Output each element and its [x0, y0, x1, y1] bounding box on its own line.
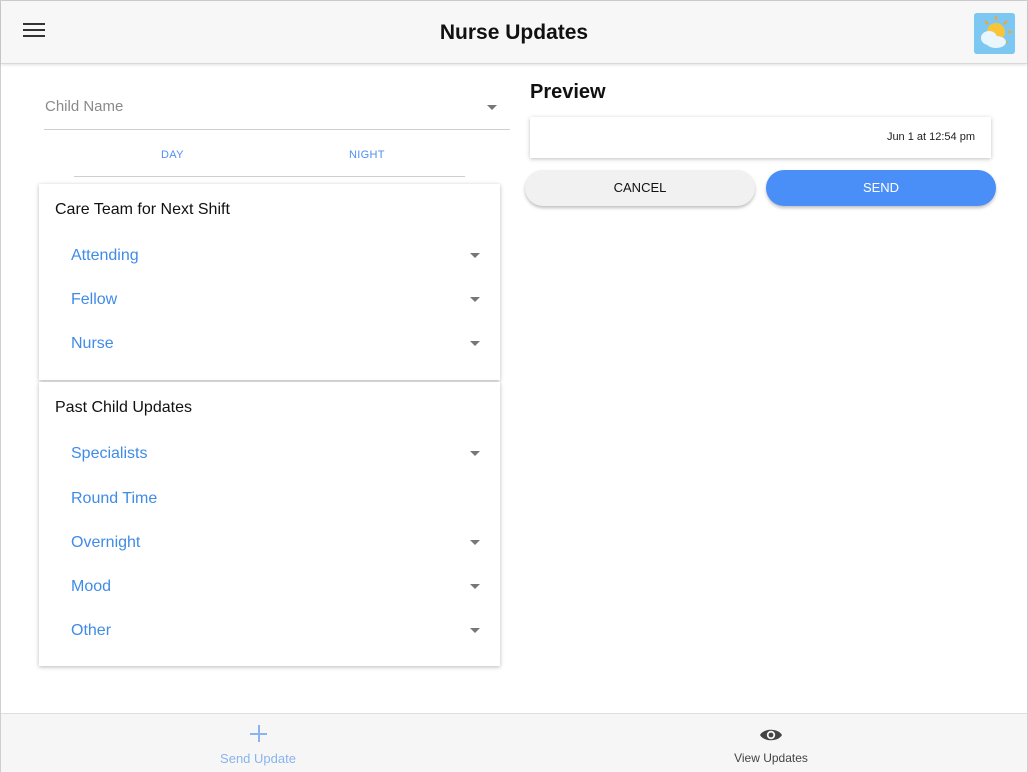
chevron-down-icon [487, 105, 497, 110]
cancel-button[interactable]: CANCEL [525, 170, 755, 206]
send-button[interactable]: SEND [766, 170, 996, 206]
chevron-down-icon [470, 297, 480, 302]
chevron-down-icon [470, 584, 480, 589]
nav-view-updates-label: View Updates [734, 751, 808, 765]
chevron-down-icon [470, 540, 480, 545]
eye-icon [759, 727, 783, 748]
chevron-down-icon [470, 341, 480, 346]
child-name-label: Child Name [45, 98, 124, 115]
specialists-label: Specialists [71, 445, 148, 462]
fellow-label: Fellow [71, 291, 118, 308]
page-title: Nurse Updates [439, 21, 589, 44]
other-label: Other [71, 622, 112, 639]
past-updates-card: Past Child Updates Specialists Round Tim… [39, 382, 500, 666]
other-select[interactable]: Other [71, 617, 480, 645]
tab-night[interactable]: NIGHT [349, 149, 385, 161]
round-time-label: Round Time [71, 490, 158, 507]
past-updates-title: Past Child Updates [55, 399, 192, 416]
app-header: Nurse Updates [1, 1, 1027, 64]
bottom-nav: Send Update View Updates [1, 713, 1027, 772]
nurse-label: Nurse [71, 335, 114, 352]
chevron-down-icon [470, 253, 480, 258]
fellow-select[interactable]: Fellow [71, 286, 480, 314]
nav-view-updates[interactable]: View Updates [671, 714, 871, 772]
preview-title: Preview [530, 81, 606, 103]
care-team-title: Care Team for Next Shift [55, 201, 230, 218]
nav-send-update-label: Send Update [220, 751, 296, 766]
attending-label: Attending [71, 247, 139, 264]
round-time-field[interactable]: Round Time [71, 485, 480, 513]
overnight-label: Overnight [71, 534, 141, 551]
attending-select[interactable]: Attending [71, 242, 480, 270]
specialists-select[interactable]: Specialists [71, 440, 480, 468]
plus-icon [250, 725, 267, 742]
chevron-down-icon [470, 451, 480, 456]
preview-timestamp: Jun 1 at 12:54 pm [886, 131, 975, 143]
nurse-select[interactable]: Nurse [71, 330, 480, 358]
preview-box: Jun 1 at 12:54 pm [530, 117, 991, 158]
care-team-card: Care Team for Next Shift Attending Fello… [39, 184, 500, 380]
chevron-down-icon [470, 628, 480, 633]
mood-label: Mood [71, 578, 112, 595]
overnight-select[interactable]: Overnight [71, 529, 480, 557]
child-name-select[interactable]: Child Name [44, 87, 510, 130]
nav-send-update[interactable]: Send Update [158, 714, 358, 772]
tab-day[interactable]: DAY [161, 149, 184, 161]
shift-tabs: DAY NIGHT [74, 139, 465, 177]
sun-cloud-icon[interactable] [974, 13, 1015, 54]
mood-select[interactable]: Mood [71, 573, 480, 601]
app-window: Nurse Updates Child Name DAY NIGHT Care … [0, 0, 1028, 772]
